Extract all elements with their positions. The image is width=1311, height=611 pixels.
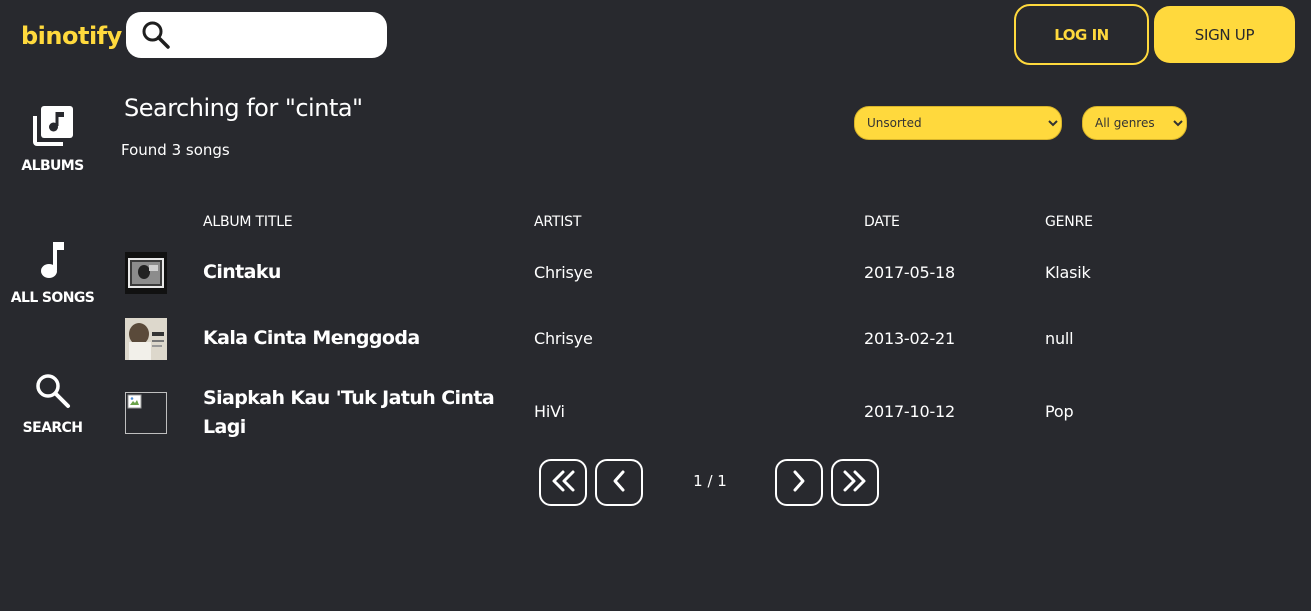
album-cover-image bbox=[125, 318, 167, 360]
song-artist: Chrisye bbox=[534, 263, 593, 282]
brand-logo[interactable]: binotify bbox=[21, 22, 122, 50]
song-artist: HiVi bbox=[534, 402, 565, 421]
song-date: 2017-05-18 bbox=[864, 263, 955, 282]
chevron-left-icon bbox=[609, 469, 629, 496]
search-icon bbox=[141, 20, 171, 54]
chevron-right-icon bbox=[789, 469, 809, 496]
column-header-album-title: ALBUM TITLE bbox=[203, 214, 293, 230]
sidebar-item-all-songs[interactable]: ALL SONGS bbox=[0, 240, 105, 306]
song-date: 2013-02-21 bbox=[864, 329, 955, 348]
sidebar-item-label: SEARCH bbox=[22, 420, 83, 436]
double-chevron-right-icon bbox=[841, 469, 869, 496]
search-input[interactable] bbox=[182, 20, 372, 50]
sidebar-item-label: ALBUMS bbox=[21, 158, 84, 174]
last-page-button[interactable] bbox=[831, 459, 879, 506]
app-root: binotify LOG IN SIGN UP ALBUMS ALL SONGS… bbox=[0, 0, 1311, 611]
next-page-button[interactable] bbox=[775, 459, 823, 506]
genre-filter-select[interactable]: All genres bbox=[1082, 106, 1187, 140]
search-icon bbox=[34, 372, 72, 414]
sidebar-item-search[interactable]: SEARCH bbox=[0, 372, 105, 436]
column-header-genre: GENRE bbox=[1045, 214, 1093, 230]
search-bar[interactable] bbox=[126, 12, 387, 58]
sidebar-item-albums[interactable]: ALBUMS bbox=[0, 104, 105, 174]
music-note-icon bbox=[38, 240, 68, 284]
column-header-date: DATE bbox=[864, 214, 900, 230]
song-genre: Pop bbox=[1045, 402, 1074, 421]
first-page-button[interactable] bbox=[539, 459, 587, 506]
page-indicator: 1 / 1 bbox=[693, 472, 727, 490]
song-genre: null bbox=[1045, 329, 1074, 348]
sidebar-item-label: ALL SONGS bbox=[10, 290, 95, 306]
song-title[interactable]: Siapkah Kau 'Tuk Jatuh Cinta Lagi bbox=[203, 384, 503, 442]
signup-button[interactable]: SIGN UP bbox=[1154, 6, 1295, 63]
song-title[interactable]: Kala Cinta Menggoda bbox=[203, 324, 503, 353]
song-title[interactable]: Cintaku bbox=[203, 258, 503, 287]
login-button[interactable]: LOG IN bbox=[1014, 4, 1149, 65]
album-cover-image bbox=[125, 252, 167, 294]
song-artist: Chrisye bbox=[534, 329, 593, 348]
page-title: Searching for "cinta" bbox=[124, 94, 363, 122]
double-chevron-left-icon bbox=[549, 469, 577, 496]
previous-page-button[interactable] bbox=[595, 459, 643, 506]
song-genre: Klasik bbox=[1045, 263, 1091, 282]
broken-image-icon bbox=[125, 392, 167, 434]
sort-select[interactable]: Unsorted bbox=[854, 106, 1062, 140]
result-count: Found 3 songs bbox=[121, 141, 230, 159]
column-header-artist: ARTIST bbox=[534, 214, 582, 230]
song-date: 2017-10-12 bbox=[864, 402, 955, 421]
album-icon bbox=[31, 104, 75, 152]
